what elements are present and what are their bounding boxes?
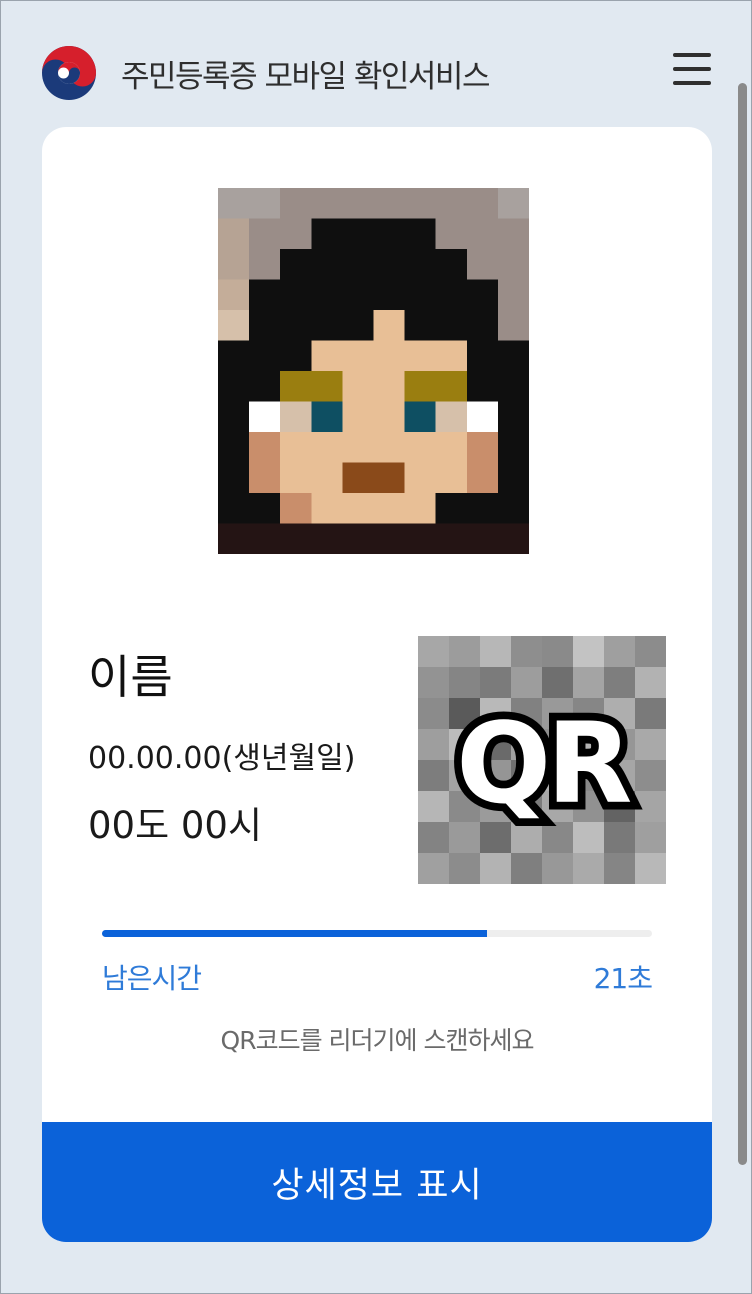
qr-code[interactable]: QR [418, 636, 666, 884]
profile-photo [218, 188, 529, 554]
id-card: 이름 00.00.00(생년월일) 00도 00시 QR 남은시간 21초 QR… [42, 127, 712, 1242]
holder-name: 이름 [88, 650, 173, 704]
app-header: 주민등록증 모바일 확인서비스 [1, 1, 751, 129]
remaining-time-bar [102, 930, 652, 937]
scan-hint: QR코드를 리더기에 스캔하세요 [220, 1026, 535, 1055]
korea-government-emblem-icon [42, 46, 96, 100]
qr-label: QR [456, 699, 630, 829]
menu-button[interactable] [673, 53, 713, 89]
remaining-time-value: 21초 [593, 962, 653, 995]
page-title: 주민등록증 모바일 확인서비스 [121, 59, 490, 95]
remaining-time-label: 남은시간 [102, 962, 202, 995]
birth-date: 00.00.00(생년월일) [88, 741, 356, 776]
show-details-button[interactable]: 상세정보 표시 [42, 1122, 712, 1242]
address: 00도 00시 [88, 804, 263, 847]
remaining-time-fill [102, 930, 487, 937]
scrollbar[interactable] [738, 83, 747, 1165]
hamburger-menu-icon [673, 53, 711, 57]
